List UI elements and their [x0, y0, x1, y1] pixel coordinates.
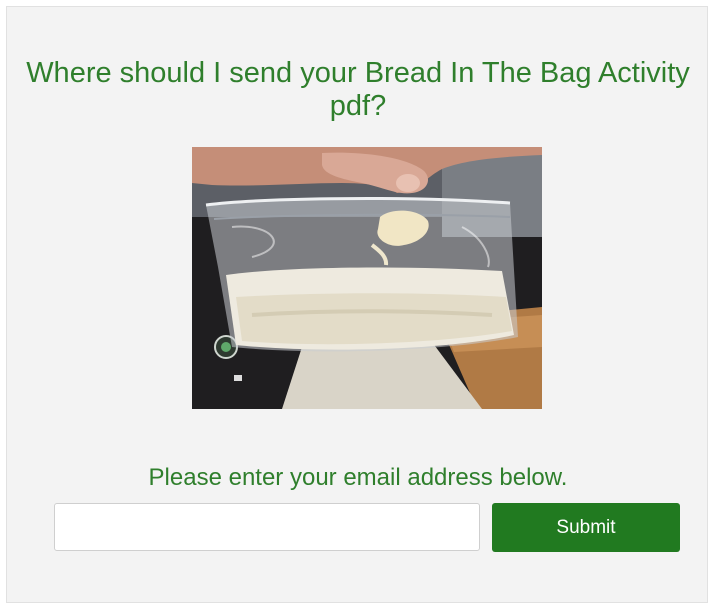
email-input[interactable]	[54, 503, 480, 551]
form-heading: Where should I send your Bread In The Ba…	[26, 57, 690, 122]
email-prompt: Please enter your email address below.	[148, 464, 568, 491]
submit-button[interactable]: Submit	[492, 503, 680, 552]
optin-panel: Where should I send your Bread In The Ba…	[6, 6, 708, 603]
bread-in-bag-photo	[192, 147, 542, 409]
